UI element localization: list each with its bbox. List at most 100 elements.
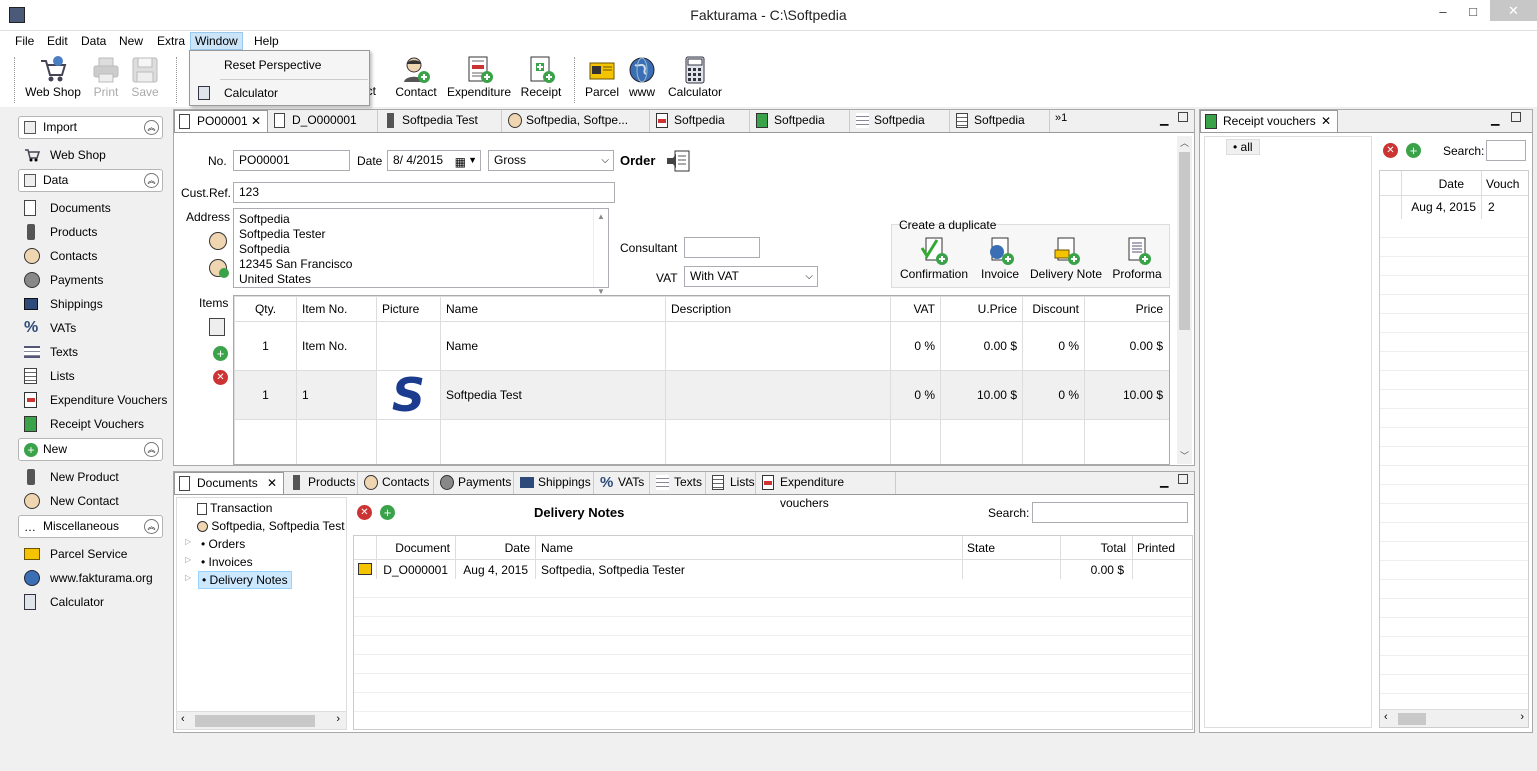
date-picker[interactable]: 8/ 4/2015 ▦ ▼	[387, 150, 481, 171]
menu-edit[interactable]: Edit	[43, 32, 72, 50]
tab-lists[interactable]: Lists	[708, 472, 756, 494]
product-picture[interactable]: S	[376, 370, 441, 420]
select-contact-icon[interactable]	[209, 232, 227, 250]
expand-icon[interactable]: ▷	[185, 555, 191, 564]
tree-item-delivery-notes[interactable]: • Delivery Notes	[198, 571, 292, 589]
tab-po00001[interactable]: PO00001 ✕	[174, 110, 268, 132]
tab-text-softpedia[interactable]: Softpedia	[852, 110, 950, 132]
receipt-hscrollbar[interactable]: ‹ ›	[1380, 709, 1528, 727]
search-input[interactable]	[1032, 502, 1188, 523]
search-input[interactable]	[1486, 140, 1526, 161]
new-receipt-button[interactable]: Receipt	[518, 55, 564, 105]
close-tab-icon[interactable]: ✕	[1321, 111, 1331, 132]
sidebar-item-vats[interactable]: % VATs	[24, 318, 76, 338]
col-picture[interactable]: Picture	[376, 296, 441, 322]
new-contact-icon[interactable]	[209, 259, 229, 278]
tab-products[interactable]: Products	[286, 472, 358, 494]
sidebar-header-miscellaneous[interactable]: … Miscellaneous ︽	[18, 515, 163, 538]
www-button[interactable]: www	[624, 55, 660, 105]
maximize-view-icon[interactable]	[1178, 474, 1188, 484]
tree-item-orders[interactable]: • Orders	[201, 537, 245, 551]
sidebar-item-expenditure-vouchers[interactable]: Expenditure Vouchers	[24, 390, 167, 410]
address-textarea[interactable]: Softpedia Softpedia Tester Softpedia 123…	[233, 208, 609, 296]
sidebar-item-products[interactable]: Products	[24, 222, 97, 242]
tab-documents[interactable]: Documents ✕	[174, 472, 284, 494]
tab-vats[interactable]: % VATs	[596, 472, 650, 494]
editor-scrollbar[interactable]: ︿ ﹀	[1177, 136, 1192, 464]
col-date[interactable]: Date	[1402, 177, 1464, 191]
duplicate-confirmation-button[interactable]: Confirmation	[897, 236, 971, 284]
col-name[interactable]: Name	[440, 296, 666, 322]
minimize-view-icon[interactable]: ▁	[1160, 113, 1168, 126]
sidebar-item-parcel-service[interactable]: Parcel Service	[24, 544, 127, 564]
col-name[interactable]: Name	[541, 541, 573, 555]
col-date[interactable]: Date	[455, 541, 530, 555]
menu-new[interactable]: New	[115, 32, 147, 50]
save-button[interactable]: Save	[128, 55, 162, 105]
maximize-view-icon[interactable]	[1511, 112, 1521, 122]
receipt-row-date[interactable]: Aug 4, 2015	[1402, 200, 1476, 214]
tab-shippings[interactable]: Shippings	[516, 472, 594, 494]
sidebar-header-data[interactable]: Data ︽	[18, 169, 163, 192]
more-tabs-button[interactable]: »1	[1055, 112, 1067, 124]
delete-icon[interactable]: ✕	[357, 505, 372, 520]
sidebar-item-payments[interactable]: Payments	[24, 270, 103, 290]
tab-receipt-softpedia[interactable]: Softpedia	[752, 110, 850, 132]
price-mode-select[interactable]: Gross ⌵	[488, 150, 614, 171]
delete-item-icon[interactable]: ✕	[213, 370, 228, 385]
sidebar-item-calculator[interactable]: Calculator	[24, 592, 104, 612]
sidebar-header-new[interactable]: + New ︽	[18, 438, 163, 461]
col-description[interactable]: Description	[665, 296, 891, 322]
duplicate-proforma-button[interactable]: Proforma	[1108, 236, 1166, 284]
tab-receipt-vouchers[interactable]: Receipt vouchers ✕	[1200, 110, 1338, 132]
tab-expenditure-vouchers[interactable]: Expenditure vouchers	[758, 472, 896, 510]
product-selector-icon[interactable]	[209, 318, 225, 336]
table-row[interactable]: D_O000001 Aug 4, 2015 Softpedia, Softped…	[354, 560, 1192, 579]
col-price[interactable]: Price	[1084, 296, 1169, 322]
minimize-view-icon[interactable]: ▁	[1160, 475, 1168, 488]
parcel-button[interactable]: Parcel	[582, 55, 622, 105]
tab-contacts[interactable]: Contacts	[360, 472, 434, 494]
minimize-view-icon[interactable]: ▁	[1491, 113, 1499, 126]
tab-payments[interactable]: Payments	[436, 472, 514, 494]
maximize-view-icon[interactable]	[1178, 112, 1188, 122]
expand-icon[interactable]: ▷	[185, 573, 191, 582]
col-qty[interactable]: Qty.	[234, 296, 297, 322]
tree-item-all[interactable]: • all	[1226, 139, 1260, 155]
tree-item-contact[interactable]: Softpedia, Softpedia Test	[197, 519, 345, 533]
menu-data[interactable]: Data	[77, 32, 110, 50]
calculator-menu-item[interactable]: Calculator	[190, 81, 369, 105]
webshop-button[interactable]: Web Shop	[22, 55, 84, 105]
duplicate-delivery-note-button[interactable]: Delivery Note	[1027, 236, 1105, 284]
tree-item-transaction[interactable]: Transaction	[197, 501, 272, 515]
collapse-icon[interactable]: ︽	[144, 173, 159, 188]
sidebar-item-documents[interactable]: Documents	[24, 198, 111, 218]
consultant-input[interactable]	[684, 237, 760, 258]
expand-icon[interactable]: ▷	[185, 537, 191, 546]
document-number-input[interactable]: PO00001	[233, 150, 350, 171]
menu-help[interactable]: Help	[250, 32, 283, 50]
menu-file[interactable]: File	[11, 32, 38, 50]
sidebar-header-import[interactable]: Import ︽	[18, 116, 163, 139]
calculator-button[interactable]: Calculator	[666, 55, 724, 105]
collapse-icon[interactable]: ︽	[144, 442, 159, 457]
close-tab-icon[interactable]: ✕	[267, 473, 277, 494]
scrollbar-thumb[interactable]	[1179, 152, 1190, 330]
maximize-button[interactable]: □	[1460, 0, 1486, 24]
reset-perspective-item[interactable]: Reset Perspective	[190, 53, 369, 77]
tab-list-softpedia[interactable]: Softpedia	[952, 110, 1050, 132]
tab-expenditure-softpedia[interactable]: Softpedia	[652, 110, 750, 132]
sidebar-item-shippings[interactable]: Shippings	[24, 294, 103, 314]
custref-input[interactable]: 123	[233, 182, 615, 203]
add-item-icon[interactable]: +	[213, 346, 228, 361]
add-icon[interactable]: +	[1406, 143, 1421, 158]
tree-hscrollbar[interactable]: ‹ ›	[177, 711, 346, 729]
add-icon[interactable]: +	[380, 505, 395, 520]
tab-contact-softpedia[interactable]: Softpedia, Softpe...	[504, 110, 650, 132]
col-total[interactable]: Total	[1060, 541, 1126, 555]
address-scrollbar[interactable]: ▲ ▼	[593, 209, 608, 296]
new-contact-button[interactable]: Contact	[392, 55, 440, 105]
sidebar-item-webshop[interactable]: Web Shop	[24, 145, 106, 165]
col-uprice[interactable]: U.Price	[940, 296, 1023, 322]
vat-select[interactable]: With VAT ⌵	[684, 266, 818, 287]
